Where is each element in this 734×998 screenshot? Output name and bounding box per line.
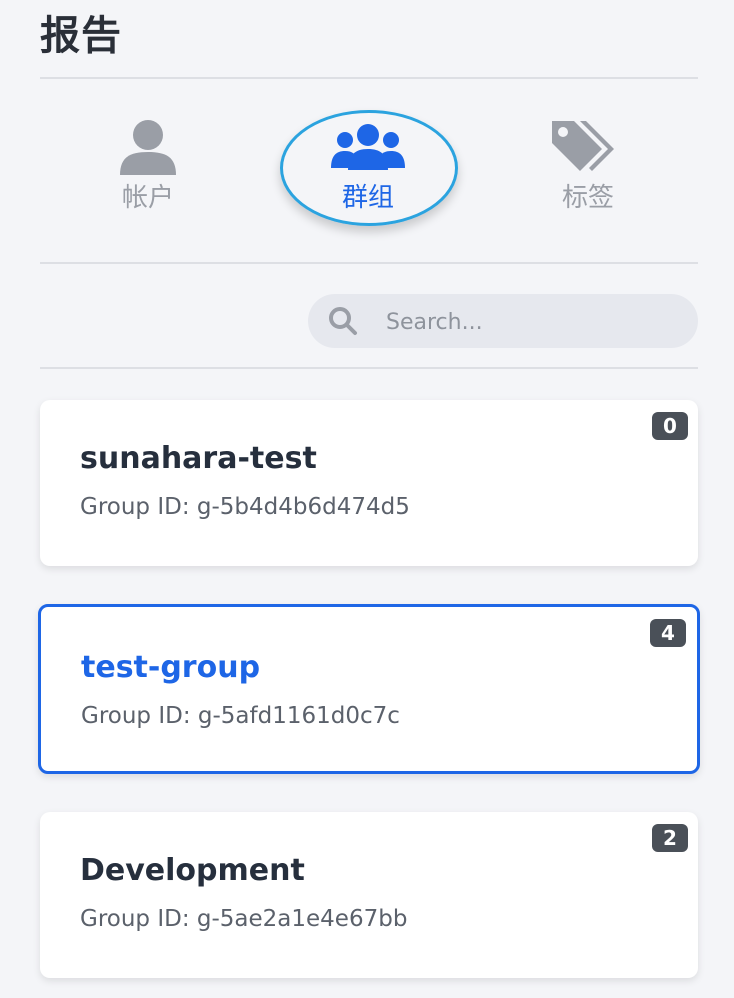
divider <box>40 262 698 264</box>
count-badge: 0 <box>652 412 688 440</box>
group-id: Group ID: g-5ae2a1e4e67bb <box>80 906 408 932</box>
tab-label: 帐户 <box>121 183 174 213</box>
divider <box>40 77 698 79</box>
group-id: Group ID: g-5afd1161d0c7c <box>81 703 400 729</box>
group-name: sunahara-test <box>80 441 317 476</box>
group-name: test-group <box>81 650 261 685</box>
page-title: 报告 <box>40 13 122 59</box>
group-card-selected[interactable]: test-group Group ID: g-5afd1161d0c7c 4 <box>38 604 700 774</box>
divider <box>40 367 698 369</box>
user-icon <box>58 116 238 178</box>
group-card[interactable]: Development Group ID: g-5ae2a1e4e67bb 2 <box>40 812 698 978</box>
tab-label: 标签 <box>561 183 614 213</box>
group-name: Development <box>80 853 305 888</box>
group-id: Group ID: g-5b4d4b6d474d5 <box>80 494 410 520</box>
search-bar[interactable] <box>308 294 698 350</box>
search-input[interactable] <box>384 294 678 350</box>
tab-accounts[interactable]: 帐户 <box>58 108 238 228</box>
search-icon <box>328 306 358 336</box>
tags-icon <box>498 116 678 178</box>
group-card[interactable]: sunahara-test Group ID: g-5b4d4b6d474d5 … <box>40 400 698 566</box>
tab-label: 群组 <box>341 183 394 213</box>
users-icon <box>278 116 458 178</box>
count-badge: 4 <box>650 619 686 647</box>
tab-groups[interactable]: 群组 <box>278 108 458 228</box>
tab-tags[interactable]: 标签 <box>498 108 678 228</box>
count-badge: 2 <box>652 824 688 852</box>
